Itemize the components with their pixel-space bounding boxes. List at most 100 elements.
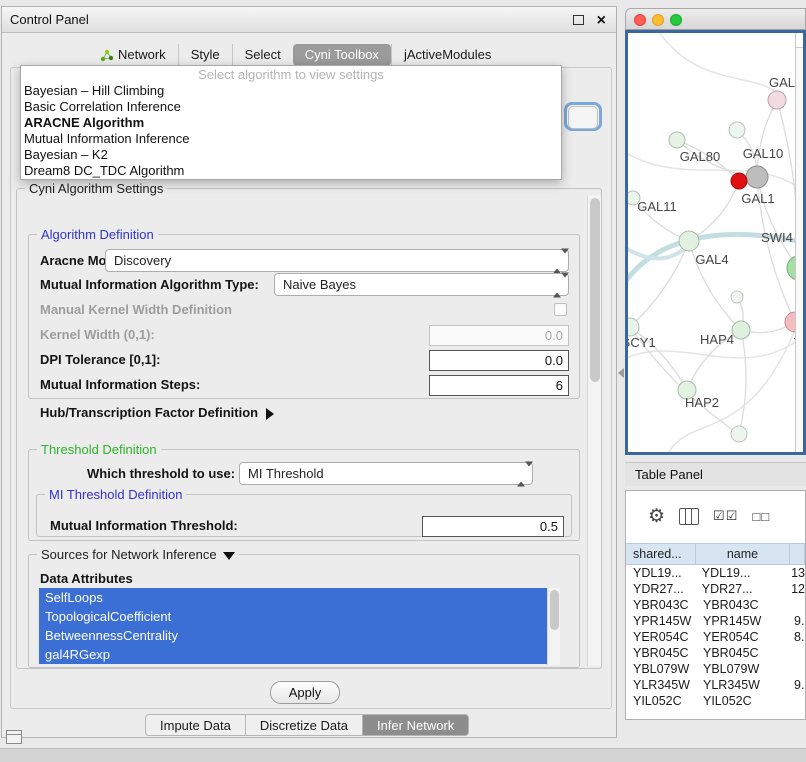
algorithm-option[interactable]: Basic Correlation Inference [21, 99, 561, 115]
table-cell: 13 [787, 566, 805, 580]
table-cell: YIL052C [626, 694, 696, 708]
network-edge[interactable] [757, 100, 777, 177]
sources-group-title[interactable]: Sources for Network Inference [37, 547, 239, 562]
gear-icon[interactable]: ⚙ [648, 505, 665, 528]
table-row[interactable]: YBL079WYBL079W [626, 661, 805, 677]
table-row[interactable]: YDR27...YDR27...12 [626, 581, 805, 597]
network-node[interactable] [669, 132, 685, 148]
collapse-down-icon[interactable] [223, 552, 235, 560]
network-edge-curve [655, 30, 781, 96]
show-panel-icon[interactable] [6, 730, 22, 744]
table-row[interactable]: YER054CYER054C8. [626, 629, 805, 645]
attribute-list-item[interactable]: gal4RGexp [39, 645, 547, 664]
column-header[interactable]: shared... [626, 544, 696, 564]
deselect-all-columns-icon[interactable]: □□ [752, 509, 770, 524]
table-cell: YDL19... [626, 566, 695, 580]
algorithm-option[interactable]: Dream8 DC_TDC Algorithm [21, 163, 561, 179]
dpi-tolerance-input[interactable] [429, 350, 569, 371]
table-cell: YBR043C [626, 598, 696, 612]
tab-cyni-toolbox[interactable]: Cyni Toolbox [293, 44, 391, 66]
algorithm-option[interactable]: Bayesian – Hill Climbing [21, 83, 561, 99]
help-button[interactable] [564, 102, 602, 131]
network-node-label: GAL [769, 75, 795, 90]
network-node[interactable] [731, 291, 743, 303]
network-node[interactable] [731, 173, 747, 189]
minimize-traffic-light[interactable] [652, 14, 664, 26]
settings-scrollbar[interactable] [587, 195, 601, 666]
table-cell: YLR345W [696, 678, 790, 692]
tab-jactivemodules[interactable]: jActiveModules [391, 44, 503, 66]
network-node[interactable] [768, 91, 786, 109]
tab-network[interactable]: Network [88, 44, 178, 66]
table-row[interactable]: YBR043CYBR043C [626, 597, 805, 613]
network-window-titlebar[interactable] [625, 8, 806, 30]
bottom-tab-infer-network[interactable]: Infer Network [363, 714, 469, 736]
combo-arrows-icon [553, 277, 562, 292]
close-window-icon[interactable]: × [597, 8, 606, 33]
tab-style[interactable]: Style [178, 44, 232, 66]
table-panel-titlebar: Table Panel [625, 462, 806, 486]
algorithm-definition-title: Algorithm Definition [37, 227, 158, 242]
network-scroll-corner [795, 33, 806, 48]
tab-select[interactable]: Select [232, 44, 293, 66]
network-node[interactable] [679, 231, 699, 251]
network-view-window: GALGAL80GAL10GAL1GAL11SWI4GAL4GCY1HAP4YH… [625, 8, 806, 455]
table-row[interactable]: YIL052CYIL052C [626, 693, 805, 709]
zoom-traffic-light[interactable] [670, 14, 682, 26]
table-panel-title: Table Panel [635, 467, 703, 482]
aracne-mode-combo[interactable]: Discovery [105, 249, 569, 272]
settings-scrollbar-thumb[interactable] [590, 198, 600, 382]
expand-right-icon[interactable] [266, 408, 274, 420]
apply-button[interactable]: Apply [270, 681, 340, 704]
network-node[interactable] [625, 318, 639, 336]
table-row[interactable]: YPR145WYPR145W9. [626, 613, 805, 629]
algorithm-option[interactable]: Mutual Information Inference [21, 131, 561, 147]
table-cell: YPR145W [696, 614, 790, 628]
which-threshold-combo[interactable]: MI Threshold [239, 462, 533, 485]
tab-label: Cyni Toolbox [305, 44, 379, 66]
manual-kernel-checkbox[interactable] [554, 303, 567, 316]
mi-threshold-input[interactable] [422, 516, 564, 537]
control-panel-tab-bar: Network Style Select Cyni Toolbox jActiveMod… [88, 43, 503, 67]
network-node[interactable] [732, 321, 750, 339]
attribute-list-item[interactable]: TopologicalCoefficient [39, 607, 547, 626]
float-window-icon[interactable] [573, 15, 584, 25]
dpi-tolerance-label: DPI Tolerance [0,1]: [40, 352, 160, 367]
algorithm-option[interactable]: ARACNE Algorithm [21, 115, 561, 131]
bottom-tab-discretize-data[interactable]: Discretize Data [246, 714, 363, 736]
network-node-label: GAL4 [695, 252, 728, 267]
network-node-label: GAL80 [680, 149, 720, 164]
column-header[interactable] [790, 544, 805, 564]
network-node[interactable] [731, 426, 747, 442]
attribute-list-item[interactable]: BetweennessCentrality [39, 626, 547, 645]
data-attributes-list[interactable]: SelfLoopsTopologicalCoefficientBetweenne… [39, 588, 547, 665]
network-scrollbar[interactable] [795, 33, 806, 452]
hub-definition-label[interactable]: Hub/Transcription Factor Definition [40, 405, 274, 420]
select-all-columns-icon[interactable]: ☑☑ [713, 508, 738, 524]
attribute-list-item[interactable]: SelfLoops [39, 588, 547, 607]
splitter-collapse-icon[interactable] [618, 368, 624, 378]
columns-icon[interactable] [679, 508, 699, 525]
network-edge[interactable] [689, 181, 739, 241]
algorithm-option[interactable]: Bayesian – K2 [21, 147, 561, 163]
network-graph[interactable]: GALGAL80GAL10GAL1GAL11SWI4GAL4GCY1HAP4YH… [625, 30, 806, 455]
table-cell: YBL079W [696, 662, 790, 676]
close-traffic-light[interactable] [634, 14, 646, 26]
network-node[interactable] [746, 166, 768, 188]
column-header[interactable]: name [696, 544, 790, 564]
threshold-definition-title: Threshold Definition [37, 442, 161, 457]
table-cell: 9. [790, 678, 805, 692]
mi-type-combo[interactable]: Naive Bayes [274, 273, 569, 296]
mi-threshold-label: Mutual Information Threshold: [50, 518, 238, 533]
kernel-width-input[interactable] [429, 325, 569, 346]
table-row[interactable]: YBR045CYBR045C [626, 645, 805, 661]
data-attributes-label: Data Attributes [40, 571, 133, 586]
table-row[interactable]: YLR345WYLR345W9. [626, 677, 805, 693]
network-node[interactable] [729, 122, 745, 138]
table-row[interactable]: YDL19...YDL19...13 [626, 565, 805, 581]
mi-steps-input[interactable] [429, 375, 569, 396]
bottom-tab-impute-data[interactable]: Impute Data [145, 714, 246, 736]
attributes-list-scrollbar[interactable] [547, 588, 560, 665]
tab-label: Style [191, 44, 220, 66]
network-edge[interactable] [739, 330, 746, 434]
